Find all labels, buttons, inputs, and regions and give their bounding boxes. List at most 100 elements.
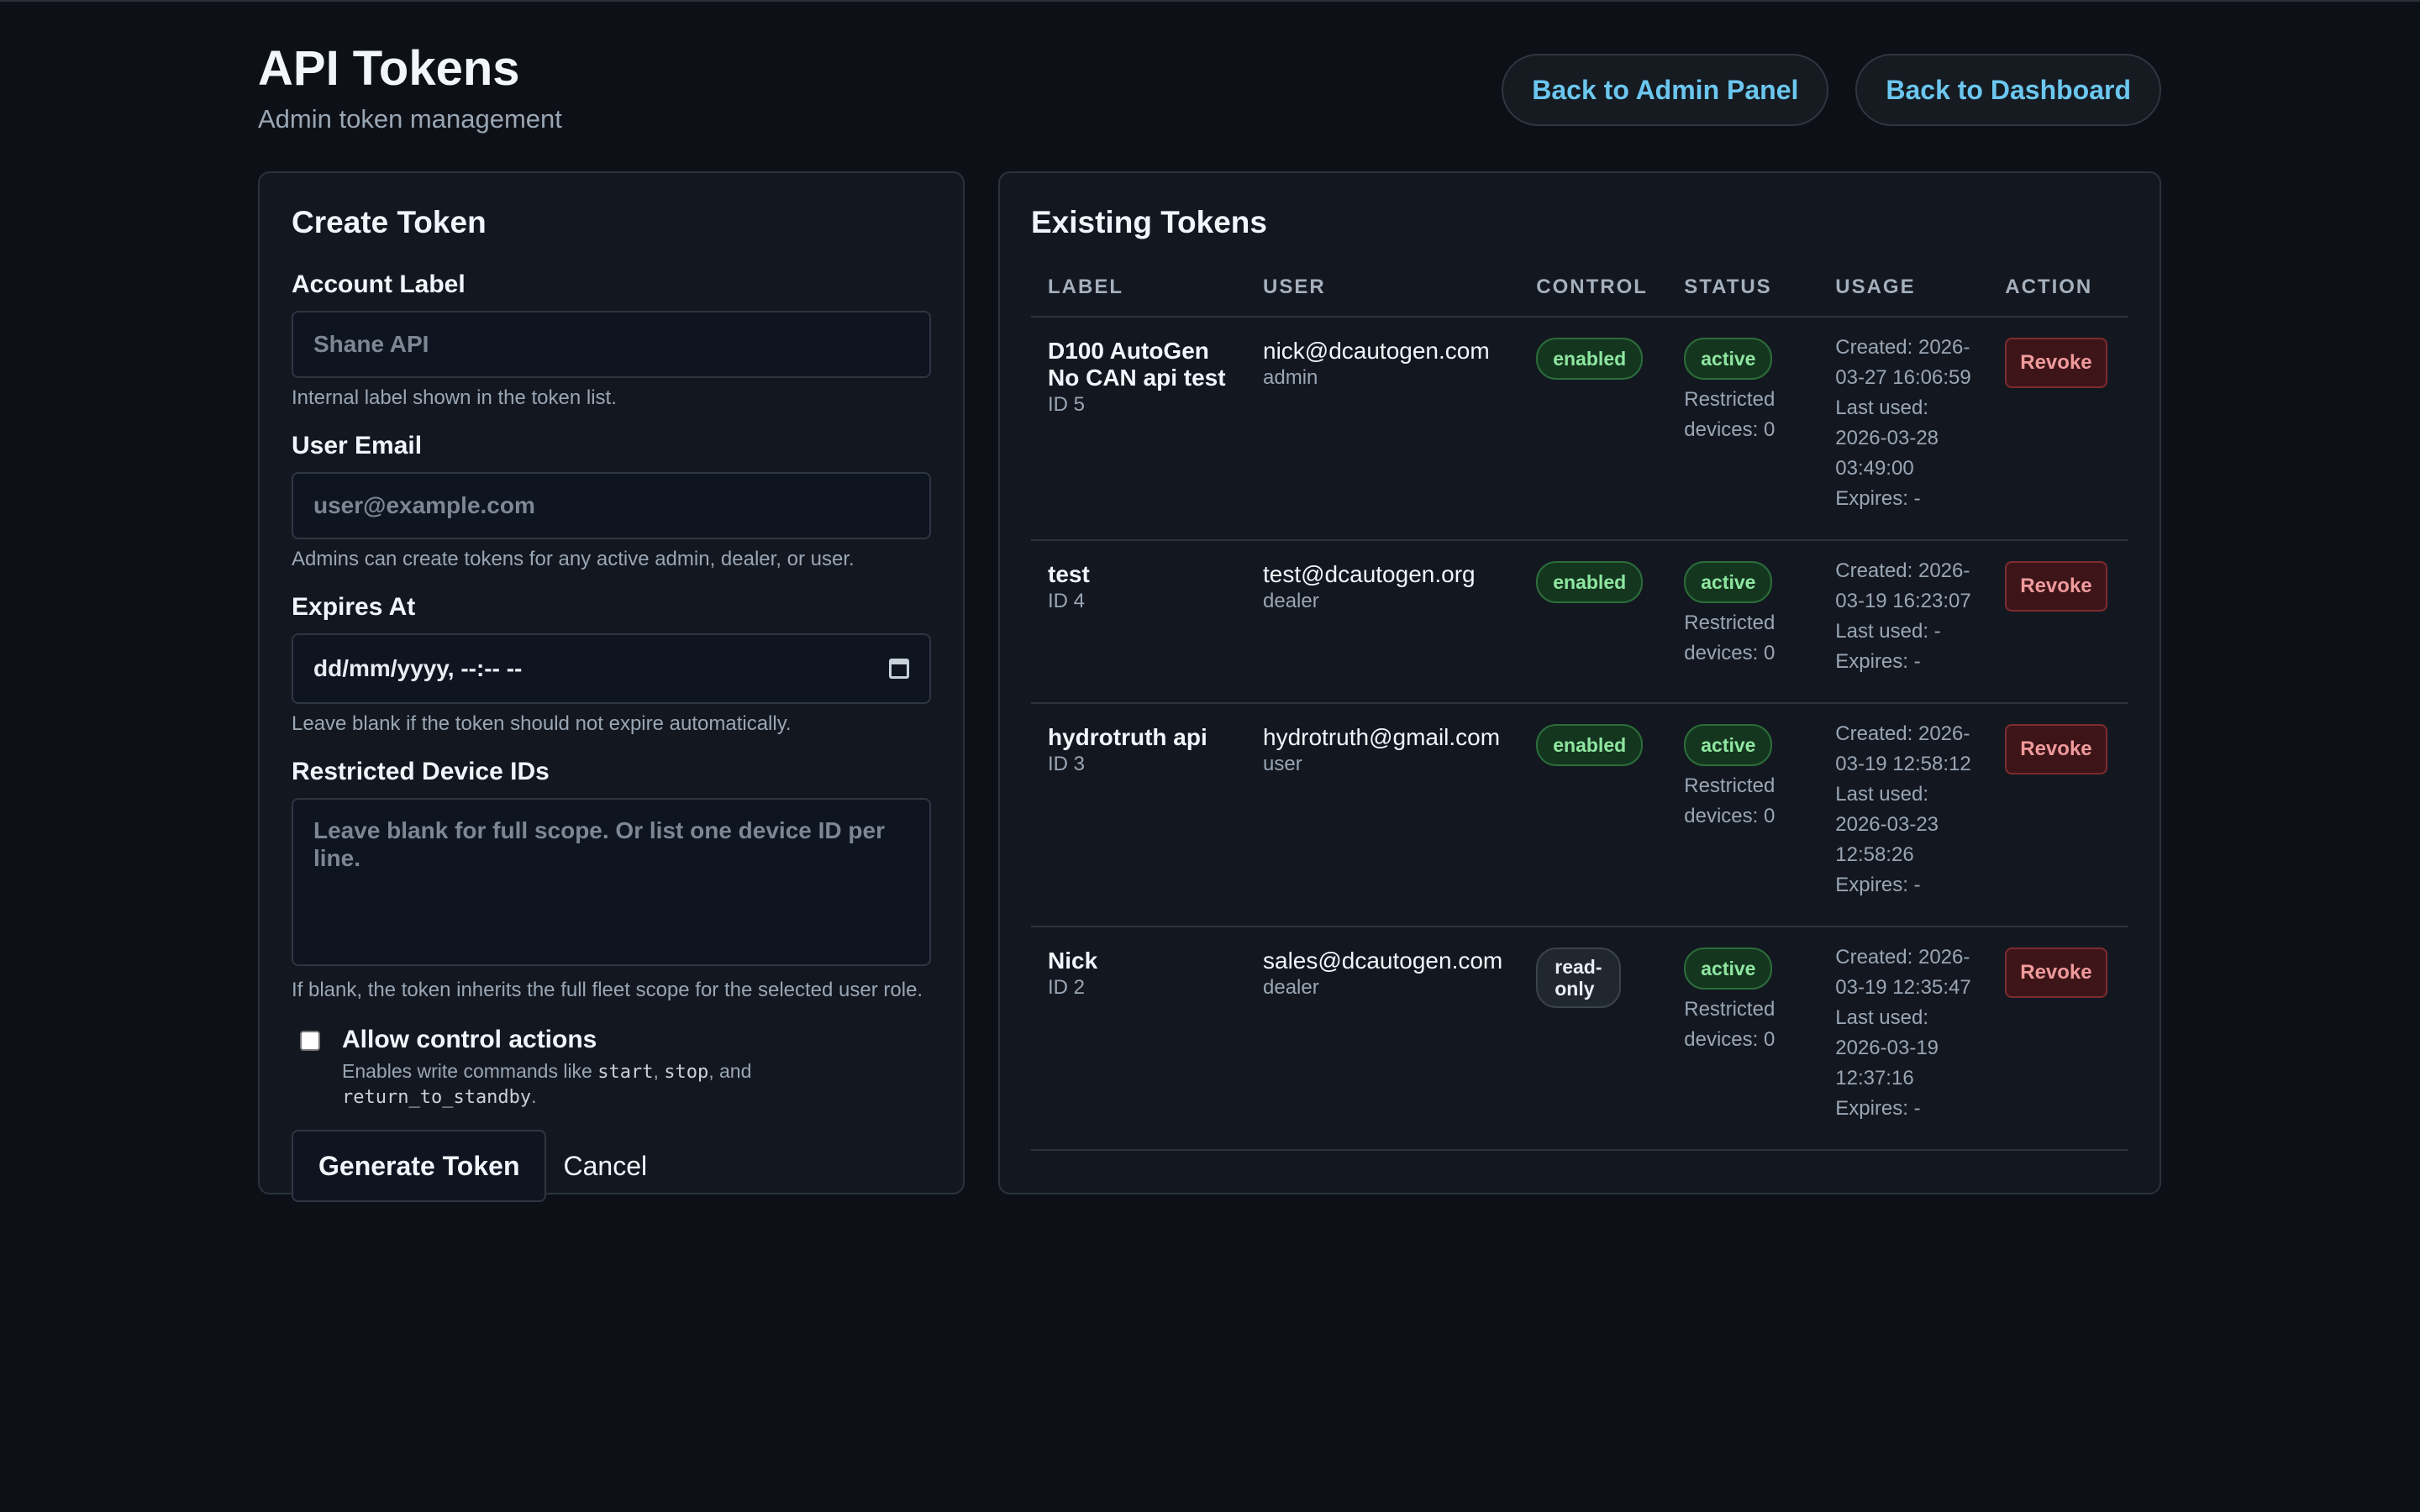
user-email-input[interactable]: [292, 472, 931, 539]
expires-at-label: Expires At: [292, 593, 416, 621]
existing-tokens-title: Existing Tokens: [1031, 205, 1267, 239]
control-cell: enabled: [1519, 317, 1668, 541]
label-cell: Nick ID 2: [1031, 927, 1246, 1151]
allow-control-label: Allow control actions: [342, 1026, 597, 1053]
user-email: test@dcautogen.org: [1263, 561, 1476, 587]
usage-line: 03-19 16:23:07: [1835, 590, 1971, 612]
token-label: Nick: [1048, 948, 1098, 974]
table-row: test ID 4 test@dcautogen.org dealer enab…: [1031, 540, 2128, 704]
user-email-label: User Email: [292, 432, 423, 459]
cancel-link[interactable]: Cancel: [563, 1151, 647, 1182]
revoke-button[interactable]: Revoke: [2005, 338, 2107, 388]
usage-line: 03:49:00: [1835, 457, 1914, 480]
control-badge: enabled: [1536, 724, 1644, 766]
action-cell: Revoke: [1988, 703, 2128, 927]
usage-line: 03-19 12:35:47: [1835, 976, 1971, 999]
usage-line: Last used: -: [1835, 620, 1941, 643]
token-id: ID 2: [1048, 976, 1086, 999]
generate-token-button[interactable]: Generate Token: [292, 1130, 547, 1202]
status-cell: active Restricted devices: 0: [1667, 703, 1819, 927]
token-id: ID 3: [1048, 753, 1086, 775]
user-cell: test@dcautogen.org dealer: [1246, 540, 1520, 704]
usage-line: Expires: -: [1835, 650, 1921, 673]
usage-line: Created: 2026-: [1835, 722, 1970, 745]
status-cell: active Restricted devices: 0: [1667, 927, 1819, 1151]
revoke-button[interactable]: Revoke: [2005, 561, 2107, 612]
back-to-admin-panel-button[interactable]: Back to Admin Panel: [1502, 54, 1829, 126]
col-label: LABEL: [1031, 276, 1246, 318]
cmd-start: start: [597, 1062, 654, 1083]
restricted-devices: Restricted devices: 0: [1684, 774, 1776, 827]
back-to-dashboard-button[interactable]: Back to Dashboard: [1855, 54, 2161, 126]
restricted-devices-help: If blank, the token inherits the full fl…: [292, 979, 923, 1001]
usage-line: 2026-03-28: [1835, 427, 1939, 449]
usage-cell: Created: 2026- 03-19 12:35:47 Last used:…: [1818, 927, 1989, 1151]
usage-line: Last used:: [1835, 1006, 1928, 1029]
col-status: STATUS: [1667, 276, 1819, 318]
control-cell: enabled: [1519, 703, 1668, 927]
usage-line: Expires: -: [1835, 874, 1921, 896]
existing-tokens-panel: Existing Tokens LABEL USER CONTROL STATU…: [998, 171, 2161, 1194]
restricted-devices-group: Restricted Device IDs If blank, the toke…: [292, 756, 931, 1004]
cmd-return-to-standby: return_to_standby: [342, 1087, 532, 1108]
usage-line: 2026-03-19: [1835, 1037, 1939, 1059]
allow-control-help-text: Enables write commands like: [342, 1060, 598, 1082]
revoke-button[interactable]: Revoke: [2005, 724, 2107, 774]
usage-line: 12:58:26: [1835, 843, 1914, 866]
account-label-input[interactable]: [292, 311, 931, 378]
table-row: Nick ID 2 sales@dcautogen.com dealer rea…: [1031, 927, 2128, 1151]
status-cell: active Restricted devices: 0: [1667, 317, 1819, 541]
create-token-title: Create Token: [292, 205, 487, 239]
control-badge: read-only: [1536, 948, 1621, 1008]
table-header-row: LABEL USER CONTROL STATUS USAGE ACTION: [1031, 276, 2128, 318]
header-actions: Back to Admin Panel Back to Dashboard: [1502, 54, 2161, 126]
usage-line: Expires: -: [1835, 1097, 1921, 1120]
token-label: hydrotruth api: [1048, 724, 1207, 750]
status-cell: active Restricted devices: 0: [1667, 540, 1819, 704]
expires-at-group: Expires At dd/mm/yyyy, --:-- -- Leave bl…: [292, 591, 931, 738]
restricted-devices: Restricted devices: 0: [1684, 998, 1776, 1051]
usage-line: 12:37:16: [1835, 1067, 1914, 1089]
restricted-devices-label: Restricted Device IDs: [292, 758, 550, 785]
user-role: user: [1263, 753, 1302, 775]
action-cell: Revoke: [1988, 540, 2128, 704]
help-sep: ,: [653, 1060, 665, 1082]
usage-text: Created: 2026- 03-27 16:06:59 Last used:…: [1835, 333, 1971, 514]
expires-at-value: dd/mm/yyyy, --:-- --: [313, 655, 523, 681]
col-control: CONTROL: [1519, 276, 1668, 318]
restricted-devices-textarea[interactable]: [292, 798, 931, 966]
account-label-label: Account Label: [292, 270, 466, 298]
allow-control-checkbox[interactable]: [300, 1031, 320, 1051]
expires-at-input[interactable]: dd/mm/yyyy, --:-- --: [292, 633, 931, 704]
expires-at-help: Leave blank if the token should not expi…: [292, 712, 792, 735]
restricted-devices: Restricted devices: 0: [1684, 612, 1776, 664]
user-cell: nick@dcautogen.com admin: [1246, 317, 1520, 541]
token-label: test: [1048, 561, 1090, 587]
control-badge: enabled: [1536, 561, 1644, 603]
allow-control-text: Allow control actions Enables write comm…: [342, 1024, 751, 1110]
usage-line: 2026-03-23: [1835, 813, 1939, 836]
user-email: sales@dcautogen.com: [1263, 948, 1503, 974]
account-label-help: Internal label shown in the token list.: [292, 386, 617, 409]
user-email-group: User Email Admins can create tokens for …: [292, 430, 931, 573]
usage-line: 03-27 16:06:59: [1835, 366, 1971, 389]
usage-cell: Created: 2026- 03-27 16:06:59 Last used:…: [1818, 317, 1989, 541]
form-actions: Generate Token Cancel: [292, 1130, 931, 1202]
calendar-icon[interactable]: [889, 659, 909, 679]
revoke-button[interactable]: Revoke: [2005, 948, 2107, 998]
control-badge: enabled: [1536, 338, 1644, 380]
status-badge: active: [1684, 948, 1773, 990]
allow-control-row: Allow control actions Enables write comm…: [292, 1024, 931, 1110]
col-user: USER: [1246, 276, 1520, 318]
control-cell: enabled: [1519, 540, 1668, 704]
user-cell: hydrotruth@gmail.com user: [1246, 703, 1520, 927]
label-cell: hydrotruth api ID 3: [1031, 703, 1246, 927]
table-row: hydrotruth api ID 3 hydrotruth@gmail.com…: [1031, 703, 2128, 927]
page-header: API Tokens Admin token management Back t…: [258, 42, 2161, 143]
action-cell: Revoke: [1988, 927, 2128, 1151]
usage-line: Expires: -: [1835, 487, 1921, 510]
action-cell: Revoke: [1988, 317, 2128, 541]
usage-text: Created: 2026- 03-19 16:23:07 Last used:…: [1835, 556, 1971, 677]
restricted-devices: Restricted devices: 0: [1684, 388, 1776, 441]
user-role: admin: [1263, 366, 1318, 389]
